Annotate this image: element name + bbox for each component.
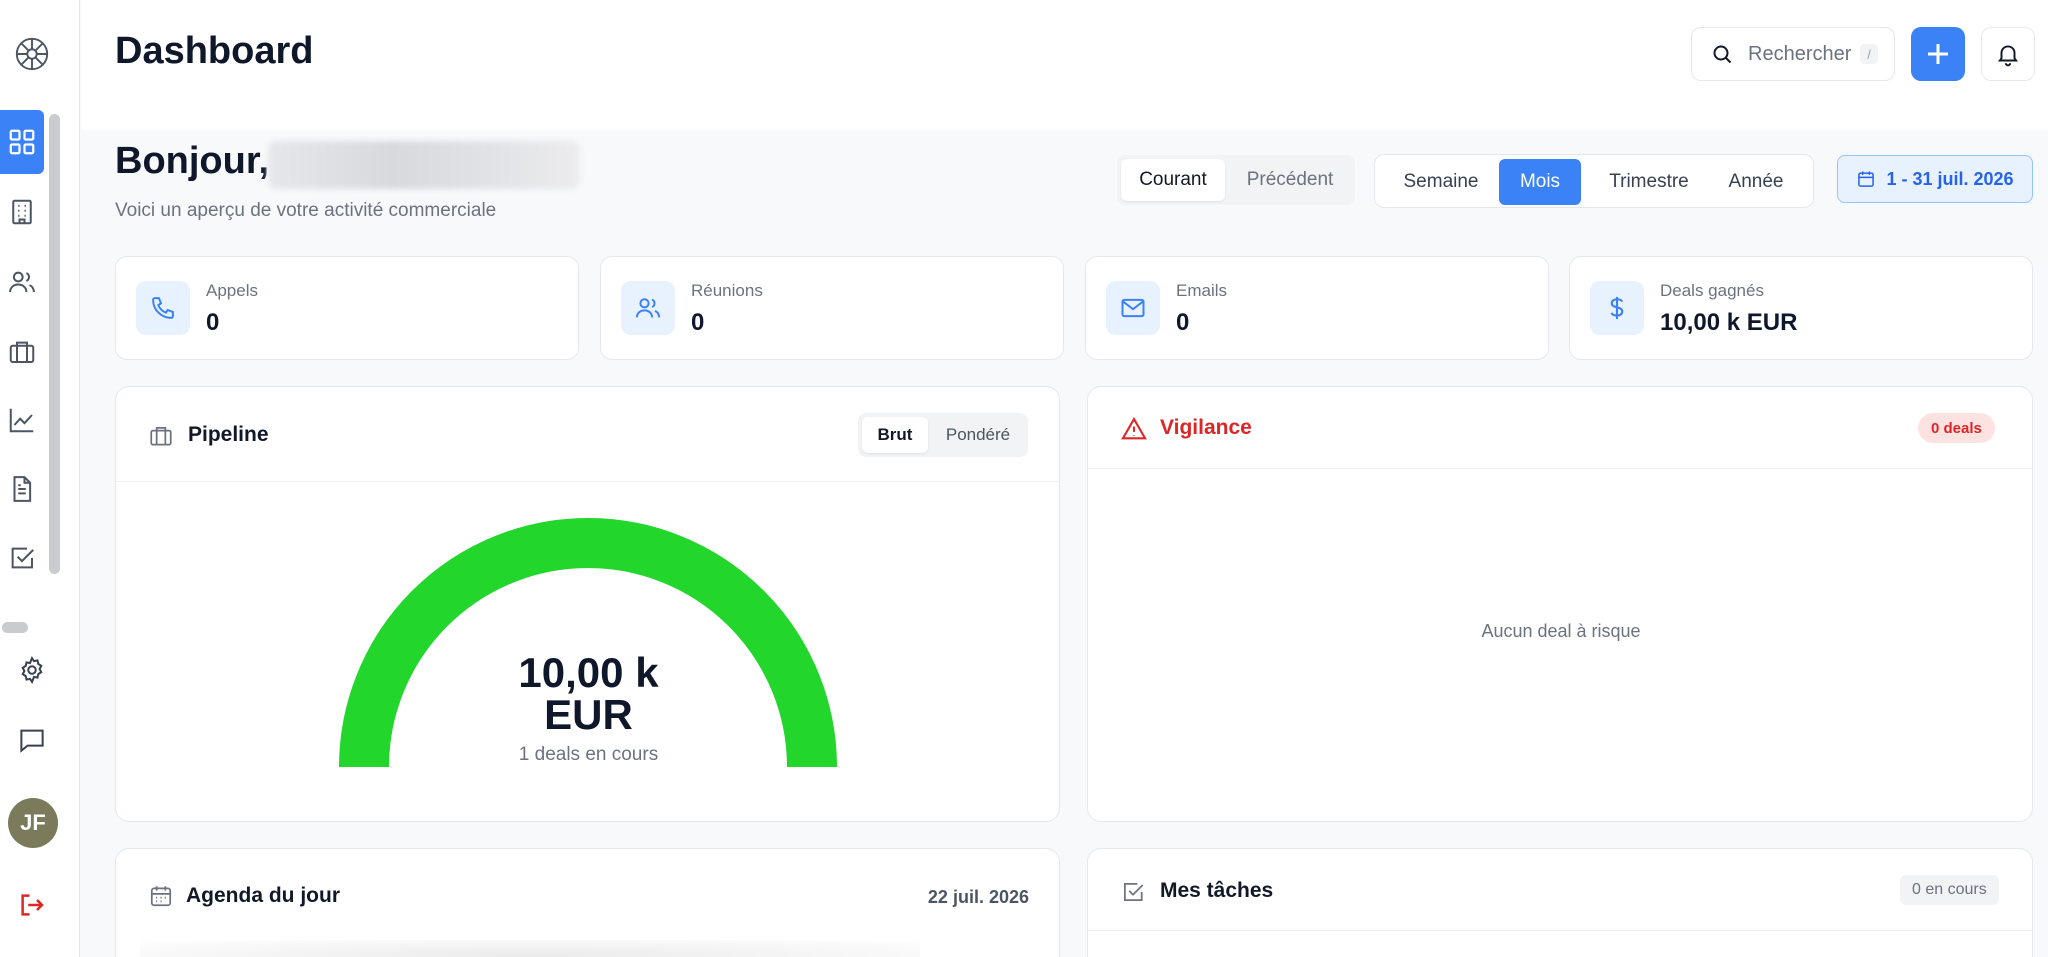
pipeline-weighted-option[interactable]: Pondéré (932, 417, 1024, 453)
search-input[interactable]: Rechercher / (1691, 27, 1895, 81)
bell-icon (1997, 45, 2019, 67)
stat-value: 0 (206, 309, 220, 336)
stat-value: 10,00 k EUR (1660, 309, 1798, 336)
range-toggle: Semaine Mois Trimestre Année (1374, 154, 1814, 208)
logout-button[interactable] (12, 885, 52, 925)
period-previous-option[interactable]: Précédent (1229, 159, 1351, 201)
greeting-title: Bonjour, (115, 140, 270, 182)
dollar-icon (1590, 281, 1644, 335)
stat-label: Réunions (691, 281, 763, 300)
search-placeholder: Rechercher (1748, 42, 1852, 65)
pipeline-value-amount: 10,00 k (518, 649, 659, 696)
tasks-count-badge: 0 en cours (1900, 875, 1999, 905)
pipeline-mode-toggle: Brut Pondéré (858, 413, 1028, 457)
agenda-date: 22 juil. 2026 (927, 887, 1029, 907)
pipeline-value: 10,00 k EUR (116, 649, 1059, 738)
stat-label: Deals gagnés (1660, 281, 1764, 300)
vigilance-card-header: Vigilance 0 deals (1088, 387, 2032, 469)
checkbox-icon (1124, 883, 1144, 901)
period-current-option[interactable]: Courant (1121, 159, 1225, 201)
date-range-label: 1 - 31 juil. 2026 (1886, 168, 2014, 189)
sidebar-item-companies[interactable] (0, 180, 44, 244)
page-title: Dashboard (115, 30, 314, 72)
stat-card-emails: Emails 0 (1085, 256, 1549, 360)
agenda-title: Agenda du jour (186, 884, 340, 907)
messages-button[interactable] (12, 720, 52, 760)
sidebar-item-contacts[interactable] (0, 250, 44, 314)
calendar-icon (1858, 171, 1875, 187)
warning-icon (1121, 416, 1147, 440)
chart-line-icon (9, 408, 34, 433)
sidebar-item-tasks[interactable] (0, 526, 44, 590)
pipeline-value-currency: EUR (544, 691, 633, 738)
tasks-card-header: Mes tâches 0 en cours (1088, 849, 2032, 931)
settings-button[interactable] (12, 650, 52, 690)
search-icon (1713, 45, 1732, 64)
users-icon (9, 271, 35, 293)
document-icon (13, 476, 32, 502)
top-header: Dashboard Rechercher / (81, 0, 2048, 130)
blurred-user-name (268, 141, 580, 189)
checkbox-icon (11, 547, 34, 569)
stat-value: 0 (1176, 309, 1190, 336)
plus-icon (1928, 44, 1948, 64)
sidebar-item-documents[interactable] (0, 457, 44, 521)
sidebar-item-more[interactable] (0, 596, 44, 610)
stat-label: Emails (1176, 281, 1228, 300)
greeting-subtitle: Voici un aperçu de votre activité commer… (115, 200, 497, 221)
search-shortcut-hint: / (1860, 44, 1878, 64)
range-month-option[interactable]: Mois (1499, 159, 1581, 205)
range-year-option[interactable]: Année (1715, 159, 1797, 205)
sidebar-item-reports[interactable] (0, 388, 44, 452)
grid-icon (9, 129, 35, 155)
tasks-card: Mes tâches 0 en cours (1087, 848, 2033, 957)
sidebar-horizontal-scrollbar[interactable] (2, 622, 28, 633)
sidebar: JF (0, 0, 80, 957)
pipeline-card-header: Pipeline Brut Pondéré (116, 387, 1059, 482)
calendar-icon (150, 886, 172, 907)
vigilance-count-badge: 0 deals (1918, 413, 1995, 443)
tasks-title: Mes tâches (1160, 879, 1274, 902)
logout-icon (21, 894, 44, 916)
sidebar-vertical-scrollbar[interactable] (49, 114, 60, 574)
vigilance-empty-message: Aucun deal à risque (1481, 621, 1641, 641)
pipeline-gross-option[interactable]: Brut (862, 417, 928, 453)
range-week-option[interactable]: Semaine (1389, 159, 1493, 205)
stat-value: 0 (691, 309, 705, 336)
sidebar-item-dashboard[interactable] (0, 110, 44, 174)
app-logo-icon[interactable] (12, 34, 52, 74)
briefcase-icon (9, 341, 35, 363)
period-toggle: Courant Précédent (1117, 155, 1355, 205)
vigilance-card: Vigilance 0 deals Aucun deal à risque (1087, 386, 2033, 822)
chat-icon (20, 729, 44, 753)
stat-card-meetings: Réunions 0 (600, 256, 1064, 360)
stat-card-deals-won: Deals gagnés 10,00 k EUR (1569, 256, 2033, 360)
range-quarter-option[interactable]: Trimestre (1587, 159, 1711, 205)
loading-shadow (140, 940, 920, 957)
stat-label: Appels (206, 281, 258, 300)
add-button[interactable] (1911, 27, 1965, 81)
sidebar-item-deals[interactable] (0, 320, 44, 384)
user-avatar[interactable]: JF (8, 798, 58, 848)
pipeline-title: Pipeline (188, 423, 269, 446)
vigilance-title: Vigilance (1160, 416, 1252, 439)
notifications-button[interactable] (1981, 27, 2035, 81)
pipeline-card: Pipeline Brut Pondéré 10,00 k EUR 1 deal… (115, 386, 1060, 822)
gear-icon (21, 655, 43, 685)
sidebar-nav (0, 110, 56, 610)
pipeline-deals-count: 1 deals en cours (518, 744, 659, 765)
phone-icon (136, 281, 190, 335)
date-range-picker[interactable]: 1 - 31 juil. 2026 (1837, 155, 2033, 203)
briefcase-icon (150, 427, 172, 446)
stat-card-calls: Appels 0 (115, 256, 579, 360)
users-icon (621, 281, 675, 335)
mail-icon (1106, 281, 1160, 335)
building-icon (12, 199, 32, 225)
